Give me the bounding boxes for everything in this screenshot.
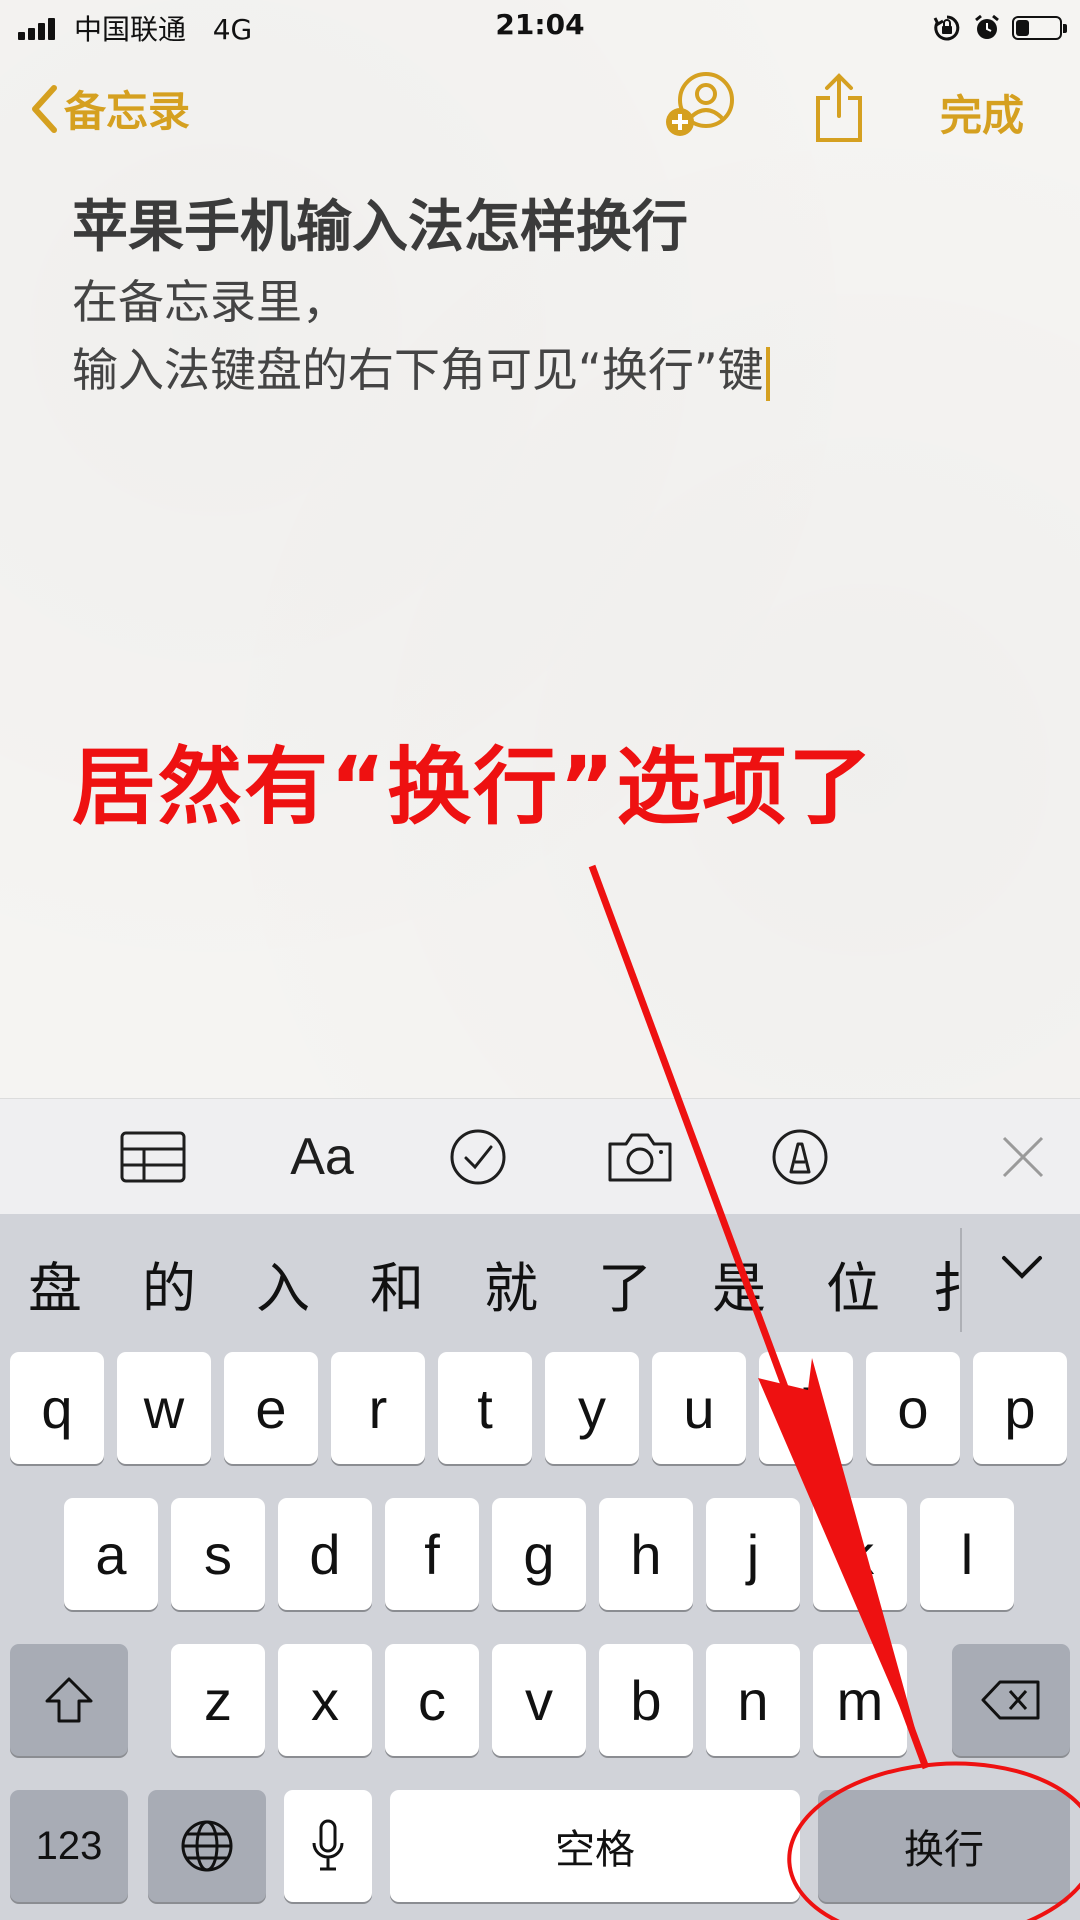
key-f[interactable]: f: [385, 1498, 479, 1610]
key-d[interactable]: d: [278, 1498, 372, 1610]
text-format-button[interactable]: Aa: [282, 1127, 362, 1187]
checklist-icon: [450, 1129, 506, 1185]
key-l[interactable]: l: [920, 1498, 1014, 1610]
checklist-button[interactable]: [448, 1127, 508, 1187]
candidate-bar: 盘 的 入 和 就 了 是 位 扌: [0, 1214, 1080, 1336]
camera-button[interactable]: [606, 1127, 674, 1187]
markup-icon: [772, 1129, 828, 1185]
text-cursor: [765, 346, 770, 401]
add-person-button[interactable]: [664, 72, 738, 142]
done-button[interactable]: 完成: [940, 82, 1024, 143]
key-s[interactable]: s: [171, 1498, 265, 1610]
globe-key[interactable]: [148, 1790, 266, 1902]
dictation-key[interactable]: [284, 1790, 372, 1902]
candidate-item[interactable]: 入: [248, 1244, 318, 1323]
annotation-text: 居然有“换行”选项了: [72, 738, 875, 836]
status-bar: 中国联通 4G 21:04: [0, 0, 1080, 54]
note-toolbar: Aa: [0, 1098, 1080, 1215]
chevron-down-icon: [1002, 1256, 1042, 1279]
expand-candidates-button[interactable]: [1000, 1254, 1044, 1286]
candidate-item[interactable]: 是: [704, 1244, 774, 1323]
key-m[interactable]: m: [813, 1644, 907, 1756]
candidate-divider: [960, 1228, 962, 1332]
candidate-item[interactable]: 了: [590, 1244, 660, 1323]
key-t[interactable]: t: [438, 1352, 532, 1464]
key-i[interactable]: i: [759, 1352, 853, 1464]
key-y[interactable]: y: [545, 1352, 639, 1464]
backspace-icon: [981, 1680, 1040, 1720]
globe-icon: [181, 1820, 233, 1872]
alarm-icon: [975, 14, 999, 39]
candidate-item[interactable]: 和: [362, 1244, 432, 1323]
key-n[interactable]: n: [706, 1644, 800, 1756]
candidate-item[interactable]: 的: [134, 1244, 204, 1323]
key-g[interactable]: g: [492, 1498, 586, 1610]
key-v[interactable]: v: [492, 1644, 586, 1756]
close-toolbar-button[interactable]: [998, 1127, 1048, 1187]
key-r[interactable]: r: [331, 1352, 425, 1464]
table-button[interactable]: [118, 1127, 188, 1187]
shift-icon: [45, 1677, 93, 1723]
key-j[interactable]: j: [706, 1498, 800, 1610]
note-title: 苹果手机输入法怎样换行: [72, 195, 688, 260]
add-person-icon: [666, 72, 734, 136]
candidate-item[interactable]: 位: [818, 1244, 888, 1323]
share-icon: [816, 73, 862, 142]
key-b[interactable]: b: [599, 1644, 693, 1756]
battery-level: [1016, 20, 1029, 36]
battery-icon: [1012, 16, 1067, 40]
status-time: 21:04: [495, 8, 585, 41]
candidate-item[interactable]: 扌: [932, 1244, 960, 1323]
back-button[interactable]: 备忘录: [30, 78, 190, 139]
keyboard: 盘 的 入 和 就 了 是 位 扌 q w e r t y u i o p a …: [0, 1214, 1080, 1920]
back-label: 备忘录: [64, 87, 191, 136]
key-p[interactable]: p: [973, 1352, 1067, 1464]
chevron-left-icon: [32, 84, 57, 133]
close-icon: [1002, 1136, 1044, 1178]
shift-key[interactable]: [10, 1644, 128, 1756]
return-key[interactable]: 换行: [818, 1790, 1070, 1902]
microphone-icon: [312, 1819, 344, 1871]
camera-icon: [608, 1133, 672, 1182]
key-c[interactable]: c: [385, 1644, 479, 1756]
key-k[interactable]: k: [813, 1498, 907, 1610]
note-line-1: 在备忘录里，: [72, 275, 348, 329]
delete-key[interactable]: [952, 1644, 1070, 1756]
key-u[interactable]: u: [652, 1352, 746, 1464]
share-button[interactable]: [812, 72, 866, 148]
key-e[interactable]: e: [224, 1352, 318, 1464]
numbers-key[interactable]: 123: [10, 1790, 128, 1902]
note-body[interactable]: 苹果手机输入法怎样换行 在备忘录里， 输入法键盘的右下角可见“换行”键: [72, 188, 1032, 404]
nav-bar: 备忘录 完成: [0, 60, 1080, 160]
status-icons: [932, 10, 1067, 46]
table-icon: [120, 1131, 186, 1183]
key-a[interactable]: a: [64, 1498, 158, 1610]
key-w[interactable]: w: [117, 1352, 211, 1464]
key-h[interactable]: h: [599, 1498, 693, 1610]
note-background: [0, 0, 1080, 1100]
space-key[interactable]: 空格: [390, 1790, 800, 1902]
candidate-item[interactable]: 就: [476, 1244, 546, 1323]
key-q[interactable]: q: [10, 1352, 104, 1464]
note-line-2: 输入法键盘的右下角可见“换行”键: [72, 336, 1032, 404]
key-z[interactable]: z: [171, 1644, 265, 1756]
key-x[interactable]: x: [278, 1644, 372, 1756]
note-line-2-text: 输入法键盘的右下角可见“换行”键: [72, 343, 764, 397]
rotation-lock-icon: [933, 15, 960, 41]
key-o[interactable]: o: [866, 1352, 960, 1464]
markup-button[interactable]: [770, 1127, 830, 1187]
candidate-item[interactable]: 盘: [20, 1244, 90, 1323]
